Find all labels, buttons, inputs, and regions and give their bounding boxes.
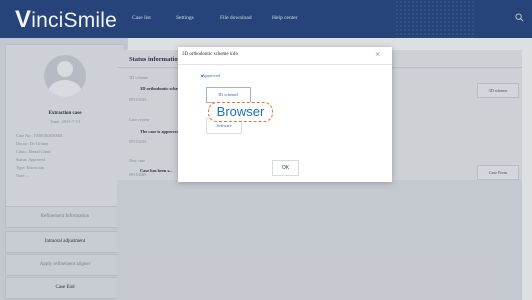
close-icon[interactable]: × [375,49,380,59]
scheme-info-modal: 3D orthodontic scheme info × Approved 3D… [178,47,392,182]
scheme-option-button[interactable]: 3D scheme1 [206,87,251,103]
approval-status: Approved [202,73,220,78]
ok-button[interactable]: OK [272,160,299,176]
modal-title: 3D orthodontic scheme info [182,52,238,57]
modal-header: 3D orthodontic scheme info × [178,47,392,65]
browser-option-button[interactable]: Browser [208,102,273,122]
